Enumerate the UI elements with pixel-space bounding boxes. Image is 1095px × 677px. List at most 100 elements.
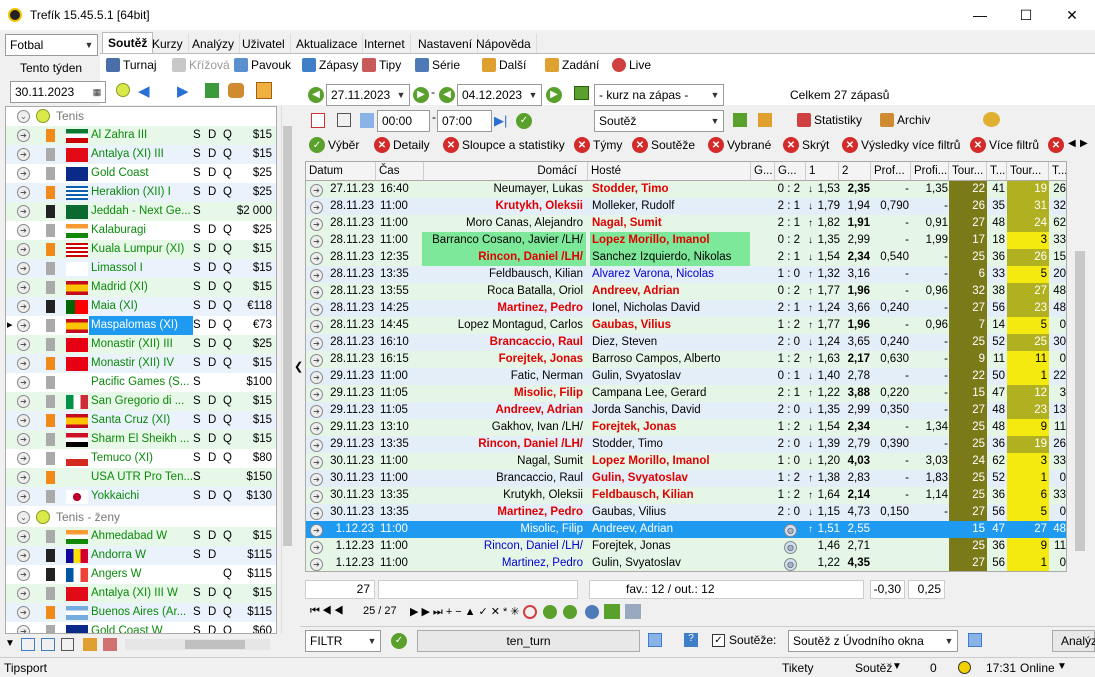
apply-icon[interactable] <box>574 86 589 100</box>
table-row[interactable]: ➔ 30.11.23 11:00 Nagal, Sumit Lopez Morillo,… <box>306 453 1066 470</box>
settings-icon[interactable] <box>585 605 599 619</box>
tournament-row[interactable]: ➔ Antalya (XI) III W S D Q $15 <box>6 584 276 603</box>
tab-6[interactable]: Internet <box>359 34 411 53</box>
row-arrow-icon[interactable]: ➔ <box>310 182 323 199</box>
live-button[interactable]: Live <box>612 58 651 72</box>
vice-filtru-button[interactable]: ✕ Více filtrů <box>970 137 1039 153</box>
table-row[interactable]: ➔ 28.11.23 14:25 Martinez, Pedro Ionel, Nich… <box>306 300 1066 318</box>
row-arrow-icon[interactable]: ➔ <box>310 369 323 386</box>
tools-icon[interactable] <box>103 638 117 651</box>
arrow-circle-icon[interactable]: ➔ <box>17 338 30 351</box>
last-icon[interactable]: ▶| <box>494 113 507 129</box>
row-arrow-icon[interactable]: ➔ <box>310 437 323 454</box>
arrow-circle-icon[interactable]: ➔ <box>17 587 30 600</box>
filter-scroll-right-icon[interactable]: ▶ <box>1080 138 1088 149</box>
tournament-row[interactable]: ➔ Madrid (XI) S D Q $15 <box>6 278 276 297</box>
date-next-icon[interactable]: ▶ <box>413 86 429 103</box>
column-header[interactable]: Tour... <box>1007 162 1049 181</box>
date-from-picker[interactable]: 27.11.2023 ▼ <box>326 84 410 106</box>
zapasy-button[interactable]: Zápasy <box>302 58 358 72</box>
collapse-icon[interactable]: ⌄ <box>17 110 30 123</box>
tournament-row[interactable]: ➔ Monastir (XII) III S D Q $25 <box>6 335 276 354</box>
arrow-circle-icon[interactable]: ➔ <box>17 549 30 562</box>
row-arrow-icon[interactable]: ➔ <box>310 335 323 352</box>
arrow-circle-icon[interactable]: ➔ <box>17 205 30 218</box>
tab-1[interactable]: Soutěž <box>102 32 154 53</box>
table-row[interactable]: ➔ 29.11.23 13:10 Gakhov, Ivan /LH/Forejtek,… <box>306 419 1066 436</box>
next-arrow-icon[interactable]: ▶ <box>177 82 189 100</box>
grid-icon[interactable] <box>21 638 35 651</box>
tournament-row[interactable]: ➔ Andorra W S D $115 <box>6 546 276 565</box>
time-to-input[interactable]: 07:00 <box>437 110 492 132</box>
zadani-button[interactable]: Zadání <box>545 58 599 72</box>
table-row[interactable]: ➔ 30.11.23 13:35 Krutykh, Oleksii Feldbausch… <box>306 487 1066 505</box>
collapse-icon[interactable]: ⌄ <box>17 511 30 524</box>
row-arrow-icon[interactable]: ➔ <box>310 318 323 335</box>
column-header[interactable]: G... <box>775 162 806 181</box>
arrow-circle-icon[interactable]: ➔ <box>17 433 30 446</box>
status-soutez[interactable]: Soutěž <box>855 661 892 675</box>
tournament-row[interactable]: ➔ Buenos Aires (Ar... S D Q $115 <box>6 603 276 622</box>
tournament-row[interactable]: ➔ Heraklion (XII) I S D Q $25 <box>6 183 276 202</box>
column-header-cas[interactable]: Čas <box>376 162 424 181</box>
tab-2[interactable]: Kurzy <box>147 34 189 53</box>
table-row[interactable]: ➔ 28.11.23 11:00 Barranco Cosano, Javier /L… <box>306 232 1066 249</box>
tymy-button[interactable]: ✕ Týmy <box>574 137 622 153</box>
stop-icon[interactable] <box>523 605 537 619</box>
row-arrow-icon[interactable]: ➔ <box>310 471 323 488</box>
date-prev-icon[interactable]: ◀ <box>308 86 324 103</box>
soutez-select[interactable]: Soutěž ▼ <box>594 110 724 132</box>
arrow-circle-icon[interactable]: ➔ <box>17 376 30 389</box>
time-from-input[interactable]: 00:00 <box>377 110 430 132</box>
arrow-circle-icon[interactable]: ➔ <box>17 357 30 370</box>
tournament-row[interactable]: ➔ Santa Cruz (XI) S D Q $15 <box>6 411 276 430</box>
date-to-prev-icon[interactable]: ◀ <box>439 86 455 103</box>
statistiky-button[interactable]: Statistiky <box>797 113 862 127</box>
table-row[interactable]: ➔ 28.11.23 11:00 Moro Canas, Alejandro Nagal… <box>306 215 1066 232</box>
table-row[interactable]: ➔ 30.11.23 11:00 Brancaccio, Raul Gulin, Svy… <box>306 470 1066 488</box>
arrow-circle-icon[interactable]: ➔ <box>17 606 30 619</box>
kurz-select[interactable]: - kurz na zápas - ▼ <box>594 84 724 106</box>
turn-field[interactable]: ten_turn <box>417 630 640 652</box>
row-arrow-icon[interactable]: ➔ <box>310 301 323 318</box>
grid-vscroll[interactable] <box>1072 161 1088 572</box>
column-header[interactable]: 2 <box>839 162 871 181</box>
reload-icon[interactable] <box>563 605 577 619</box>
coins-icon[interactable] <box>983 112 1000 127</box>
status-tipsport[interactable]: Tipsport <box>4 661 47 675</box>
h-scrollbar[interactable] <box>125 639 270 650</box>
arrow-circle-icon[interactable]: ➔ <box>17 186 30 199</box>
column-header[interactable]: T... <box>987 162 1007 181</box>
tournament-row[interactable]: ➔ Jeddah - Next Ge... S $2 000 <box>6 202 276 221</box>
tree-icon[interactable] <box>61 638 74 651</box>
archiv-button[interactable]: Archiv <box>880 113 930 127</box>
tab-5[interactable]: Aktualizace <box>291 34 364 53</box>
tournament-row[interactable]: ➔ Yokkaichi S D Q $130 <box>6 487 276 506</box>
tournament-row[interactable]: ➔ Kalaburagi S D Q $25 <box>6 221 276 240</box>
tournament-row[interactable]: ➔ Limassol I S D Q $15 <box>6 259 276 278</box>
status-tikety[interactable]: Tikety <box>782 661 814 675</box>
row-arrow-icon[interactable]: ➔ <box>310 250 323 267</box>
table-row[interactable]: ➔ 30.11.23 13:35 Martinez, Pedro Gaubas, Vil… <box>306 504 1066 521</box>
arrow-circle-icon[interactable]: ➔ <box>17 452 30 465</box>
tipy-button[interactable]: Tipy <box>362 58 401 72</box>
help-icon[interactable]: ? <box>684 633 698 647</box>
tournament-row[interactable]: ➔ Pacific Games (S... S $100 <box>6 373 276 392</box>
tournament-row[interactable]: ➔ Gold Coast W S D Q $60 <box>6 622 276 633</box>
row-arrow-icon[interactable]: ➔ <box>310 488 323 505</box>
row-arrow-icon[interactable]: ➔ <box>310 522 323 539</box>
tournament-row[interactable]: ➔ Al Zahra III S D Q $15 <box>6 126 276 145</box>
nav-next-last[interactable]: ▶▶⏭+−▲✓✕*✳ <box>410 605 523 619</box>
close-button[interactable]: ✕ <box>1049 0 1095 30</box>
arrow-circle-icon[interactable]: ➔ <box>17 490 30 503</box>
tournament-row[interactable]: ➔ Temuco (XI) S D Q $80 <box>6 449 276 468</box>
row-arrow-icon[interactable]: ➔ <box>310 267 323 284</box>
arrow-circle-icon[interactable]: ➔ <box>17 319 30 332</box>
sport-select[interactable]: Fotbal ▼ <box>5 34 98 56</box>
table-row[interactable]: ➔ 28.11.23 13:35 Feldbausch, Kilian Alvarez … <box>306 266 1066 284</box>
vysledky-button[interactable]: ✕ Výsledky více filtrů <box>842 137 960 153</box>
ok-icon[interactable]: ✓ <box>516 112 532 129</box>
tab-4[interactable]: Uživatel <box>237 34 291 53</box>
analyzy-button[interactable]: Analýz <box>1052 630 1095 652</box>
collapse-handle-icon[interactable]: ❮ <box>294 360 303 373</box>
